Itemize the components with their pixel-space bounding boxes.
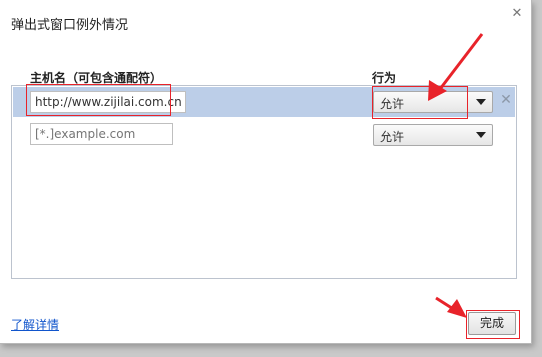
new-behavior-select[interactable]: 允许 [373, 124, 493, 146]
highlight-box-done [466, 310, 520, 339]
column-header-behavior: 行为 [372, 71, 397, 85]
highlight-box-behavior [372, 86, 468, 119]
chevron-down-icon [476, 132, 486, 138]
highlight-box-host [26, 84, 171, 116]
new-host-pattern-input[interactable] [30, 123, 173, 145]
new-behavior-select-value: 允许 [380, 130, 405, 144]
dialog-title: 弹出式窗口例外情况 [11, 18, 129, 33]
remove-row-icon[interactable]: ✕ [499, 93, 513, 107]
popup-exceptions-dialog: 弹出式窗口例外情况 ✕ 主机名（可包含通配符） 行为 允许 ✕ 允许 了解详情 … [0, 0, 532, 344]
new-exception-row[interactable]: 允许 [13, 119, 515, 151]
chevron-down-icon [476, 99, 486, 105]
learn-more-link[interactable]: 了解详情 [11, 316, 59, 333]
close-icon[interactable]: ✕ [510, 7, 524, 21]
